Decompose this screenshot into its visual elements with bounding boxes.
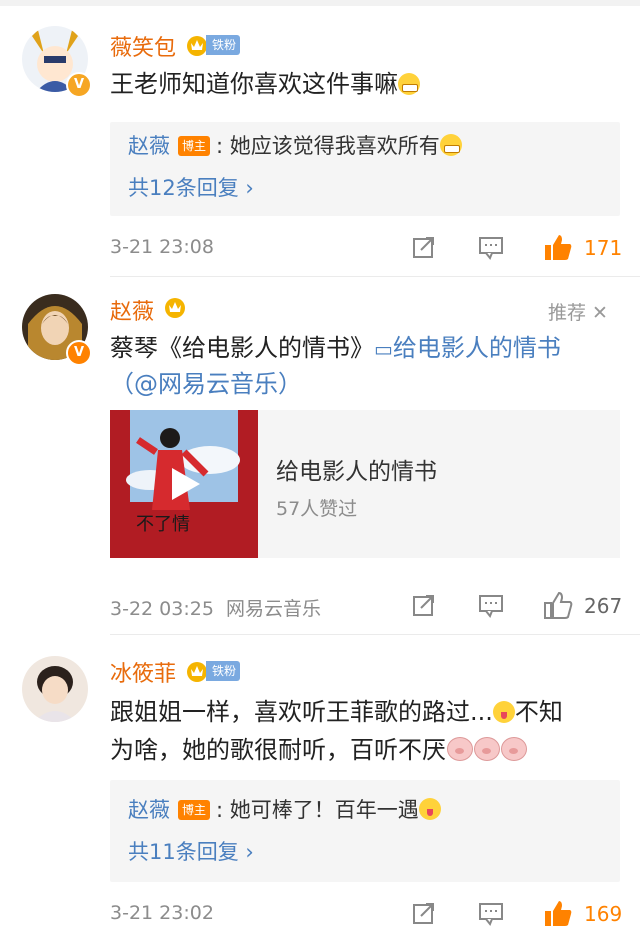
fan-badge: 铁粉 <box>206 661 241 681</box>
grin-emoji-icon <box>439 134 462 156</box>
comment-text-tail: 不知 <box>514 698 563 726</box>
card-title: 给电影人的情书 <box>276 459 437 485</box>
music-link[interactable]: 给电影人的情书 <box>393 334 561 362</box>
reply-box[interactable]: 赵薇 博主: 她应该觉得我喜欢所有 共12条回复 › <box>110 122 620 216</box>
comment-text-content: 蔡琴《给电影人的情书》 <box>110 334 374 362</box>
comment-text-content: 为啥，她的歌很耐听，百听不厌 <box>110 736 446 764</box>
like-count: 169 <box>584 902 623 926</box>
reply-username[interactable]: 赵薇 <box>128 134 170 158</box>
pig-emoji-icon <box>447 737 473 761</box>
share-icon[interactable] <box>411 900 437 926</box>
reply-line: 赵薇 博主: 她应该觉得我喜欢所有 <box>128 130 462 160</box>
comment-text-line2: （@网易云音乐） <box>110 364 622 404</box>
yum-emoji-icon <box>418 798 441 820</box>
comment-text-content: 王老师知道你喜欢这件事嘛 <box>110 70 398 98</box>
card-subtitle: 57人赞过 <box>276 498 358 520</box>
comment-item: 冰筱菲 铁粉 跟姐姐一样，喜欢听王菲歌的路过... 不知 为啥，她的歌很耐听，百听… <box>0 656 640 939</box>
fan-badge: 铁粉 <box>206 35 241 55</box>
top-divider <box>0 0 640 6</box>
like-icon[interactable] <box>543 232 573 262</box>
crown-icon <box>165 298 185 318</box>
like-icon[interactable] <box>543 590 573 620</box>
more-replies-link[interactable]: 共11条回复 › <box>128 836 254 866</box>
comment-icon[interactable] <box>478 900 504 926</box>
reply-username[interactable]: 赵薇 <box>128 798 170 822</box>
comment-item: V 薇笑包 铁粉 王老师知道你喜欢这件事嘛 赵薇 博主: 她应该觉得我喜欢所有 共… <box>0 26 640 276</box>
username[interactable]: 薇笑包 <box>110 30 176 62</box>
mention-link[interactable]: （@网易云音乐） <box>110 370 302 398</box>
comment-text-line2: 为啥，她的歌很耐听，百听不厌 <box>110 730 622 770</box>
comment-icon[interactable] <box>478 592 504 618</box>
recommend-close[interactable]: 推荐 ✕ <box>548 298 608 325</box>
music-card[interactable]: 不了情 给电影人的情书 57人赞过 <box>110 410 620 558</box>
share-icon[interactable] <box>411 592 437 618</box>
verified-icon: V <box>66 340 92 366</box>
verified-icon: V <box>66 72 92 98</box>
svg-text:不了情: 不了情 <box>136 514 190 535</box>
comment-item: V 赵薇 推荐 ✕ 蔡琴《给电影人的情书》▭给电影人的情书 （@网易云音乐） 不… <box>0 294 640 634</box>
more-replies-link[interactable]: 共12条回复 › <box>128 172 254 202</box>
grin-emoji-icon <box>398 73 420 95</box>
music-link-icon[interactable]: ▭ <box>374 337 393 361</box>
username[interactable]: 赵薇 <box>110 294 154 326</box>
reply-text: : 她应该觉得我喜欢所有 <box>216 134 440 158</box>
reply-line: 赵薇 博主: 她可棒了！百年一遇 <box>128 794 441 824</box>
share-icon[interactable] <box>411 234 437 260</box>
pig-emoji-icon <box>501 737 527 761</box>
timestamp: 3-22 03:25 网易云音乐 <box>110 598 321 620</box>
crown-icon <box>187 662 207 682</box>
comment-separator <box>110 634 640 635</box>
username[interactable]: 冰筱菲 <box>110 656 176 688</box>
timestamp: 3-21 23:08 <box>110 236 214 258</box>
album-cover[interactable]: 不了情 <box>110 410 258 558</box>
comment-separator <box>110 276 640 277</box>
like-count: 171 <box>584 236 623 260</box>
tongue-emoji-icon <box>492 701 515 723</box>
author-tag: 博主 <box>178 136 211 156</box>
comment-text-content: 跟姐姐一样，喜欢听王菲歌的路过... <box>110 698 493 726</box>
avatar[interactable] <box>22 656 88 722</box>
reply-box[interactable]: 赵薇 博主: 她可棒了！百年一遇 共11条回复 › <box>110 780 620 882</box>
crown-icon <box>187 36 207 56</box>
comment-text: 跟姐姐一样，喜欢听王菲歌的路过... 不知 <box>110 692 622 732</box>
play-icon[interactable] <box>168 466 202 502</box>
author-tag: 博主 <box>178 800 211 820</box>
comment-text: 蔡琴《给电影人的情书》▭给电影人的情书 <box>110 328 630 369</box>
timestamp: 3-21 23:02 <box>110 902 214 924</box>
pig-emoji-icon <box>474 737 500 761</box>
reply-text: : 她可棒了！百年一遇 <box>216 798 419 822</box>
comment-icon[interactable] <box>478 234 504 260</box>
like-icon[interactable] <box>543 898 573 928</box>
like-count: 267 <box>584 594 623 618</box>
comment-text: 王老师知道你喜欢这件事嘛 <box>110 64 622 104</box>
